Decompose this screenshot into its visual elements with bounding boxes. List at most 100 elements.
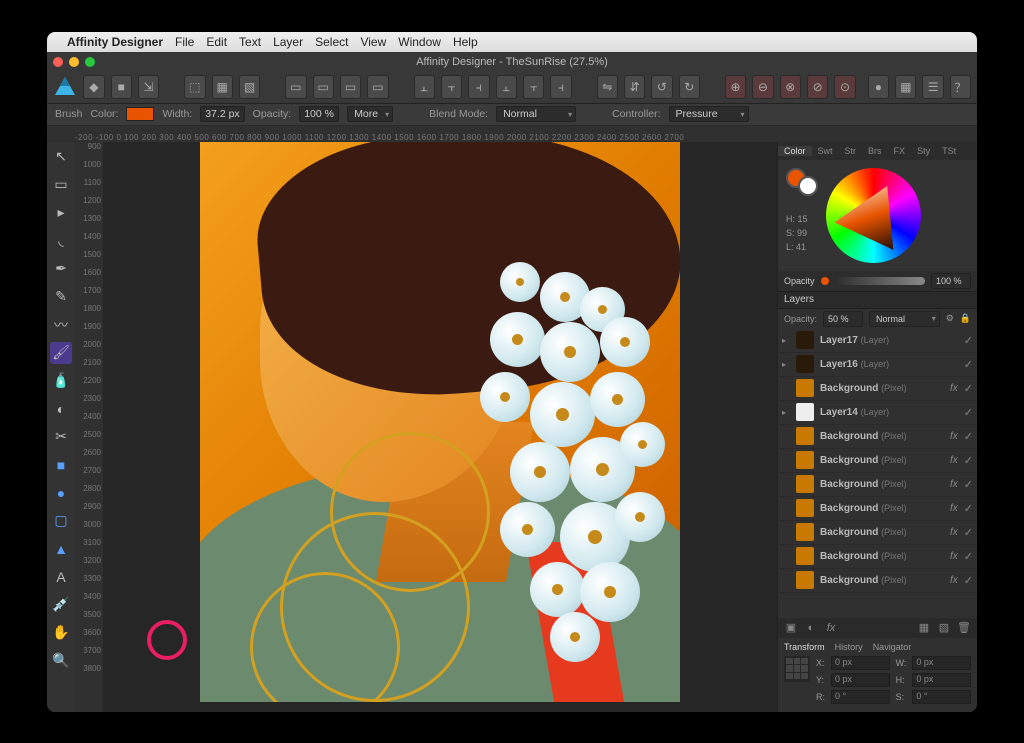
transform-r-input[interactable]: 0 ° [831, 690, 890, 704]
corner-tool[interactable]: ◟ [50, 230, 72, 252]
layer-fx-indicator-icon[interactable]: fx [950, 383, 958, 394]
layer-visibility-toggle[interactable]: ✓ [964, 430, 973, 443]
tab-text-styles[interactable]: TSt [936, 146, 962, 156]
layer-visibility-toggle[interactable]: ✓ [964, 502, 973, 515]
layer-row[interactable]: Background (Pixel)fx✓ [778, 473, 977, 497]
canvas-viewport[interactable] [103, 142, 777, 712]
paint-brush-tool[interactable]: 🖌 [50, 342, 72, 364]
menu-select[interactable]: Select [315, 35, 348, 49]
tab-navigator[interactable]: Navigator [873, 642, 912, 652]
view-pan-tool[interactable]: ✋ [50, 622, 72, 644]
layer-row[interactable]: Background (Pixel)fx✓ [778, 545, 977, 569]
secondary-color-swatch[interactable] [798, 176, 818, 196]
pen-tool[interactable]: ✒ [50, 258, 72, 280]
layer-blend-dropdown[interactable]: Normal [869, 311, 940, 327]
layer-visibility-toggle[interactable]: ✓ [964, 406, 973, 419]
layer-fx-indicator-icon[interactable]: fx [950, 455, 958, 466]
align-hcenter-button[interactable]: ⫟ [441, 75, 462, 99]
layer-row[interactable]: Background (Pixel)fx✓ [778, 521, 977, 545]
persona-designer-button[interactable]: ◆ [83, 75, 104, 99]
layer-fx-button[interactable]: fx [824, 621, 838, 635]
arrange-forward-button[interactable]: ▭ [340, 75, 361, 99]
rotate-ccw-button[interactable]: ↺ [651, 75, 672, 99]
layer-visibility-toggle[interactable]: ✓ [964, 574, 973, 587]
transform-anchor-grid[interactable] [784, 656, 810, 682]
brush-more-dropdown[interactable]: More [347, 106, 393, 122]
color-wheel[interactable] [826, 168, 921, 263]
fill-tool[interactable]: 🧴 [50, 370, 72, 392]
tab-styles[interactable]: Sty [911, 146, 936, 156]
move-pixel-button[interactable]: ▧ [239, 75, 260, 99]
zoom-tool[interactable]: 🔍 [50, 650, 72, 672]
triangle-tool[interactable]: ▲ [50, 538, 72, 560]
align-left-button[interactable]: ⫠ [414, 75, 435, 99]
window-close-button[interactable] [53, 57, 63, 67]
ellipse-tool[interactable]: ● [50, 482, 72, 504]
flip-horizontal-button[interactable]: ⇋ [597, 75, 618, 99]
layer-settings-icon[interactable]: ⚙ [946, 313, 954, 324]
color-triangle[interactable] [830, 172, 916, 258]
combine-button[interactable]: ⊙ [834, 75, 855, 99]
layer-opacity-input[interactable]: 50 % [823, 311, 863, 327]
transform-h-input[interactable]: 0 px [912, 673, 971, 687]
add-pixel-layer-button[interactable]: ▧ [937, 621, 951, 635]
layer-row[interactable]: Background (Pixel)fx✓ [778, 569, 977, 593]
flip-vertical-button[interactable]: ⇵ [624, 75, 645, 99]
persona-export-button[interactable]: ⇲ [138, 75, 159, 99]
transparency-tool[interactable]: ◐ [50, 398, 72, 420]
transform-s-input[interactable]: 0 ° [912, 690, 971, 704]
layer-fx-indicator-icon[interactable]: fx [950, 527, 958, 538]
add-layer-button[interactable]: ▦ [917, 621, 931, 635]
move-tool[interactable]: ↖ [50, 146, 72, 168]
layer-fx-indicator-icon[interactable]: fx [950, 431, 958, 442]
layer-row[interactable]: Background (Pixel)fx✓ [778, 449, 977, 473]
subtract-button[interactable]: ⊖ [752, 75, 773, 99]
disclosure-arrow-icon[interactable]: ▸ [782, 336, 790, 345]
transform-w-input[interactable]: 0 px [912, 656, 971, 670]
menu-text[interactable]: Text [239, 35, 261, 49]
tab-effects[interactable]: FX [888, 146, 912, 156]
layer-row[interactable]: ▸Layer16 (Layer)✓ [778, 353, 977, 377]
layer-row[interactable]: ▸Layer14 (Layer)✓ [778, 401, 977, 425]
layer-row[interactable]: Background (Pixel)fx✓ [778, 497, 977, 521]
rounded-rect-tool[interactable]: ▢ [50, 510, 72, 532]
transform-y-input[interactable]: 0 px [831, 673, 890, 687]
disclosure-arrow-icon[interactable]: ▸ [782, 408, 790, 417]
force-pixel-button[interactable]: ▦ [212, 75, 233, 99]
artistic-text-tool[interactable]: A [50, 566, 72, 588]
blend-mode-dropdown[interactable]: Normal [496, 106, 576, 122]
arrange-backward-button[interactable]: ▭ [313, 75, 334, 99]
artboard-tool[interactable]: ▭ [50, 174, 72, 196]
artboard[interactable] [200, 142, 680, 702]
adjustment-layer-button[interactable]: ◐ [804, 621, 818, 635]
tab-stroke[interactable]: Str [839, 146, 863, 156]
help-button[interactable]: ？ [950, 75, 971, 99]
layer-fx-indicator-icon[interactable]: fx [950, 551, 958, 562]
snapping-button[interactable]: ⬚ [184, 75, 205, 99]
layer-visibility-toggle[interactable]: ✓ [964, 454, 973, 467]
align-top-button[interactable]: ⫠ [496, 75, 517, 99]
arrange-back-button[interactable]: ▭ [285, 75, 306, 99]
app-name-menu[interactable]: Affinity Designer [67, 35, 163, 49]
layer-visibility-toggle[interactable]: ✓ [964, 478, 973, 491]
menu-window[interactable]: Window [398, 35, 441, 49]
align-right-button[interactable]: ⫞ [468, 75, 489, 99]
tab-brushes[interactable]: Brs [862, 146, 888, 156]
color-opacity-slider[interactable] [835, 277, 925, 285]
stroke-color-swatch[interactable] [126, 107, 154, 121]
add-button[interactable]: ⊕ [725, 75, 746, 99]
node-tool[interactable]: ▸ [50, 202, 72, 224]
controller-dropdown[interactable]: Pressure [669, 106, 749, 122]
window-maximize-button[interactable] [85, 57, 95, 67]
delete-layer-button[interactable]: 🗑 [957, 621, 971, 635]
window-minimize-button[interactable] [69, 57, 79, 67]
divide-button[interactable]: ⊘ [807, 75, 828, 99]
persona-pixel-button[interactable]: ■ [111, 75, 132, 99]
layer-visibility-toggle[interactable]: ✓ [964, 334, 973, 347]
layer-visibility-toggle[interactable]: ✓ [964, 382, 973, 395]
tab-color[interactable]: Color [778, 146, 812, 156]
pencil-tool[interactable]: ✎ [50, 286, 72, 308]
layer-visibility-toggle[interactable]: ✓ [964, 526, 973, 539]
stroke-width-input[interactable]: 37.2 px [200, 106, 244, 122]
rectangle-tool[interactable]: ■ [50, 454, 72, 476]
